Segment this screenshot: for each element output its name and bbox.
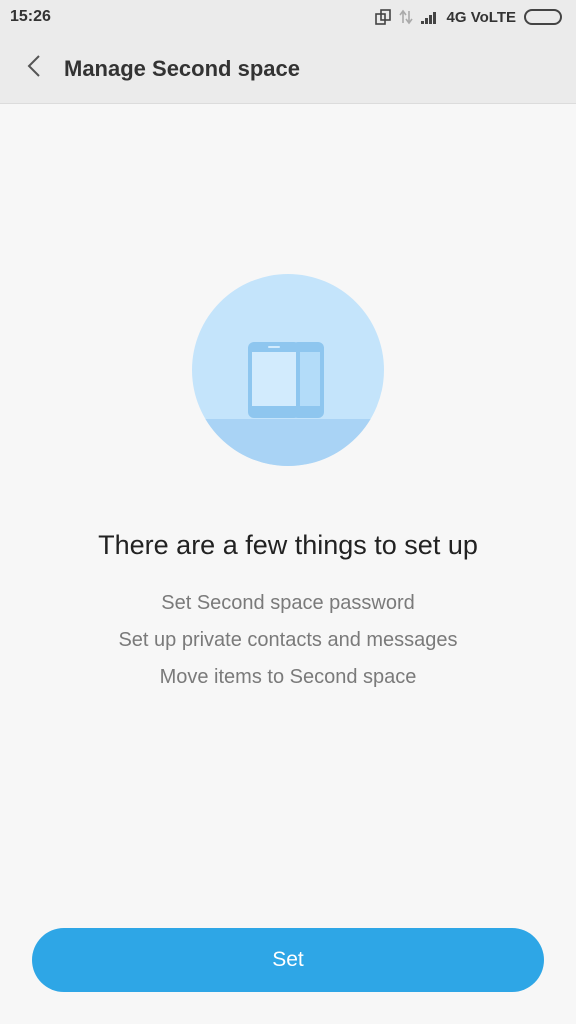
battery-icon: [524, 9, 562, 25]
page-title: Manage Second space: [64, 55, 300, 81]
status-icons: 4G VoLTE: [374, 8, 562, 26]
status-bar: 15:26 4G VoLTE: [0, 0, 576, 34]
data-transfer-icon: [398, 9, 413, 25]
dual-phone-icon: [192, 274, 384, 466]
setup-heading: There are a few things to set up: [98, 530, 478, 560]
step-item: Set up private contacts and messages: [118, 629, 458, 651]
set-button[interactable]: Set: [32, 928, 544, 992]
app-header: Manage Second space: [0, 34, 576, 104]
status-time: 15:26: [10, 8, 51, 25]
step-item: Set Second space password: [161, 592, 415, 614]
signal-icon: [420, 10, 439, 24]
network-label: 4G VoLTE: [446, 8, 516, 26]
back-button[interactable]: [4, 34, 64, 104]
chevron-left-icon: [27, 54, 41, 83]
step-item: Move items to Second space: [159, 666, 417, 688]
second-space-illustration: [192, 274, 384, 466]
screen-rotate-icon: [374, 9, 391, 25]
